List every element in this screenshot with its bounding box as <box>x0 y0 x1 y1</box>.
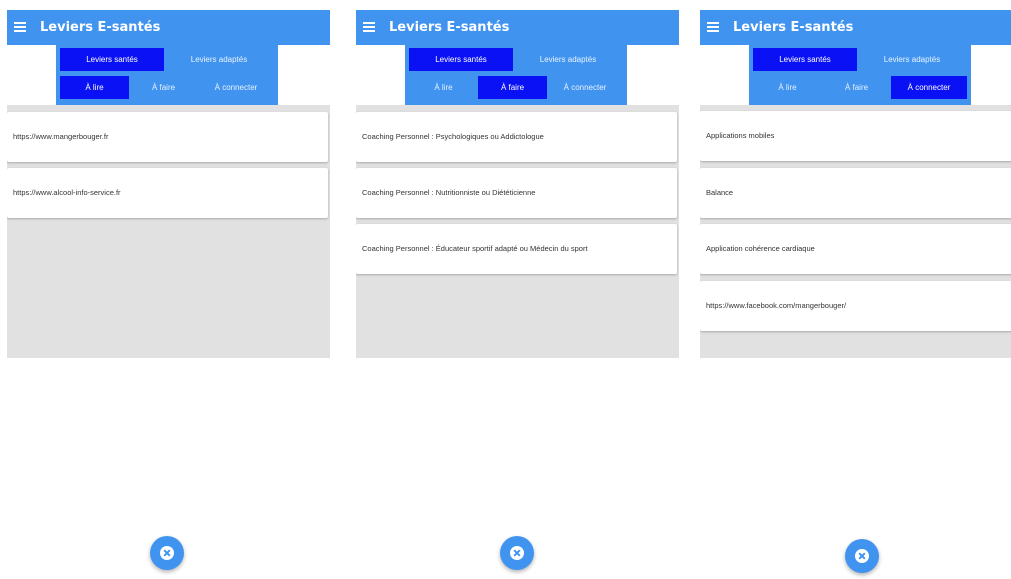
app-title: Leviers E-santés <box>733 20 854 35</box>
tab-a-connecter[interactable]: À connecter <box>547 76 623 99</box>
list-item[interactable]: Coaching Personnel : Nutritionniste ou D… <box>356 168 677 218</box>
app-bar: Leviers E-santés <box>356 10 679 45</box>
sub-tab-row: À lire À faire À connecter <box>409 76 623 99</box>
hamburger-menu-icon[interactable] <box>707 21 719 33</box>
app-bar: Leviers E-santés <box>700 10 1011 45</box>
close-circle-icon <box>510 546 524 560</box>
item-list: Coaching Personnel : Psychologiques ou A… <box>356 105 679 358</box>
tab-a-connecter[interactable]: À connecter <box>198 76 274 99</box>
close-fab-button[interactable] <box>150 536 184 570</box>
app-title: Leviers E-santés <box>389 20 510 35</box>
tab-leviers-adaptes[interactable]: Leviers adaptés <box>857 48 967 71</box>
tab-leviers-adaptes[interactable]: Leviers adaptés <box>513 48 623 71</box>
tab-bar: Leviers santés Leviers adaptés À lire À … <box>405 45 627 105</box>
tab-leviers-sante[interactable]: Leviers santés <box>753 48 857 71</box>
hamburger-menu-icon[interactable] <box>363 21 375 33</box>
sub-tab-row: À lire À faire À connecter <box>60 76 274 99</box>
app-screen-connecter: Leviers E-santés Leviers santés Leviers … <box>700 10 1011 579</box>
tab-leviers-sante[interactable]: Leviers santés <box>409 48 513 71</box>
tab-a-lire[interactable]: À lire <box>409 76 478 99</box>
item-list: https://www.mangerbouger.fr https://www.… <box>7 105 330 358</box>
top-tab-row: Leviers santés Leviers adaptés <box>753 48 967 71</box>
tab-a-faire[interactable]: À faire <box>129 76 198 99</box>
top-tab-row: Leviers santés Leviers adaptés <box>60 48 274 71</box>
top-tab-row: Leviers santés Leviers adaptés <box>409 48 623 71</box>
item-list: Applications mobiles Balance Application… <box>700 105 1011 358</box>
app-bar: Leviers E-santés <box>7 10 330 45</box>
list-item[interactable]: Application cohérence cardiaque <box>700 224 1011 274</box>
sub-tab-row: À lire À faire À connecter <box>753 76 967 99</box>
tab-bar: Leviers santés Leviers adaptés À lire À … <box>749 45 971 105</box>
close-circle-icon <box>855 549 869 563</box>
close-fab-button[interactable] <box>500 536 534 570</box>
tab-leviers-sante[interactable]: Leviers santés <box>60 48 164 71</box>
app-screen-lire: Leviers E-santés Leviers santés Leviers … <box>7 10 330 579</box>
list-item[interactable]: Balance <box>700 168 1011 218</box>
list-item[interactable]: https://www.facebook.com/mangerbouger/ <box>700 281 1011 331</box>
tab-a-lire[interactable]: À lire <box>753 76 822 99</box>
tab-a-faire[interactable]: À faire <box>478 76 547 99</box>
tab-leviers-adaptes[interactable]: Leviers adaptés <box>164 48 274 71</box>
tab-a-faire[interactable]: À faire <box>822 76 891 99</box>
list-item[interactable]: https://www.alcool-info-service.fr <box>7 168 328 218</box>
tab-bar: Leviers santés Leviers adaptés À lire À … <box>56 45 278 105</box>
tab-a-connecter[interactable]: À connecter <box>891 76 967 99</box>
list-item[interactable]: Applications mobiles <box>700 111 1011 161</box>
tab-a-lire[interactable]: À lire <box>60 76 129 99</box>
list-item[interactable]: Coaching Personnel : Psychologiques ou A… <box>356 112 677 162</box>
hamburger-menu-icon[interactable] <box>14 21 26 33</box>
list-item[interactable]: https://www.mangerbouger.fr <box>7 112 328 162</box>
list-item[interactable]: Coaching Personnel : Éducateur sportif a… <box>356 224 677 274</box>
app-title: Leviers E-santés <box>40 20 161 35</box>
close-fab-button[interactable] <box>845 539 879 573</box>
app-screen-faire: Leviers E-santés Leviers santés Leviers … <box>356 10 679 579</box>
close-circle-icon <box>160 546 174 560</box>
